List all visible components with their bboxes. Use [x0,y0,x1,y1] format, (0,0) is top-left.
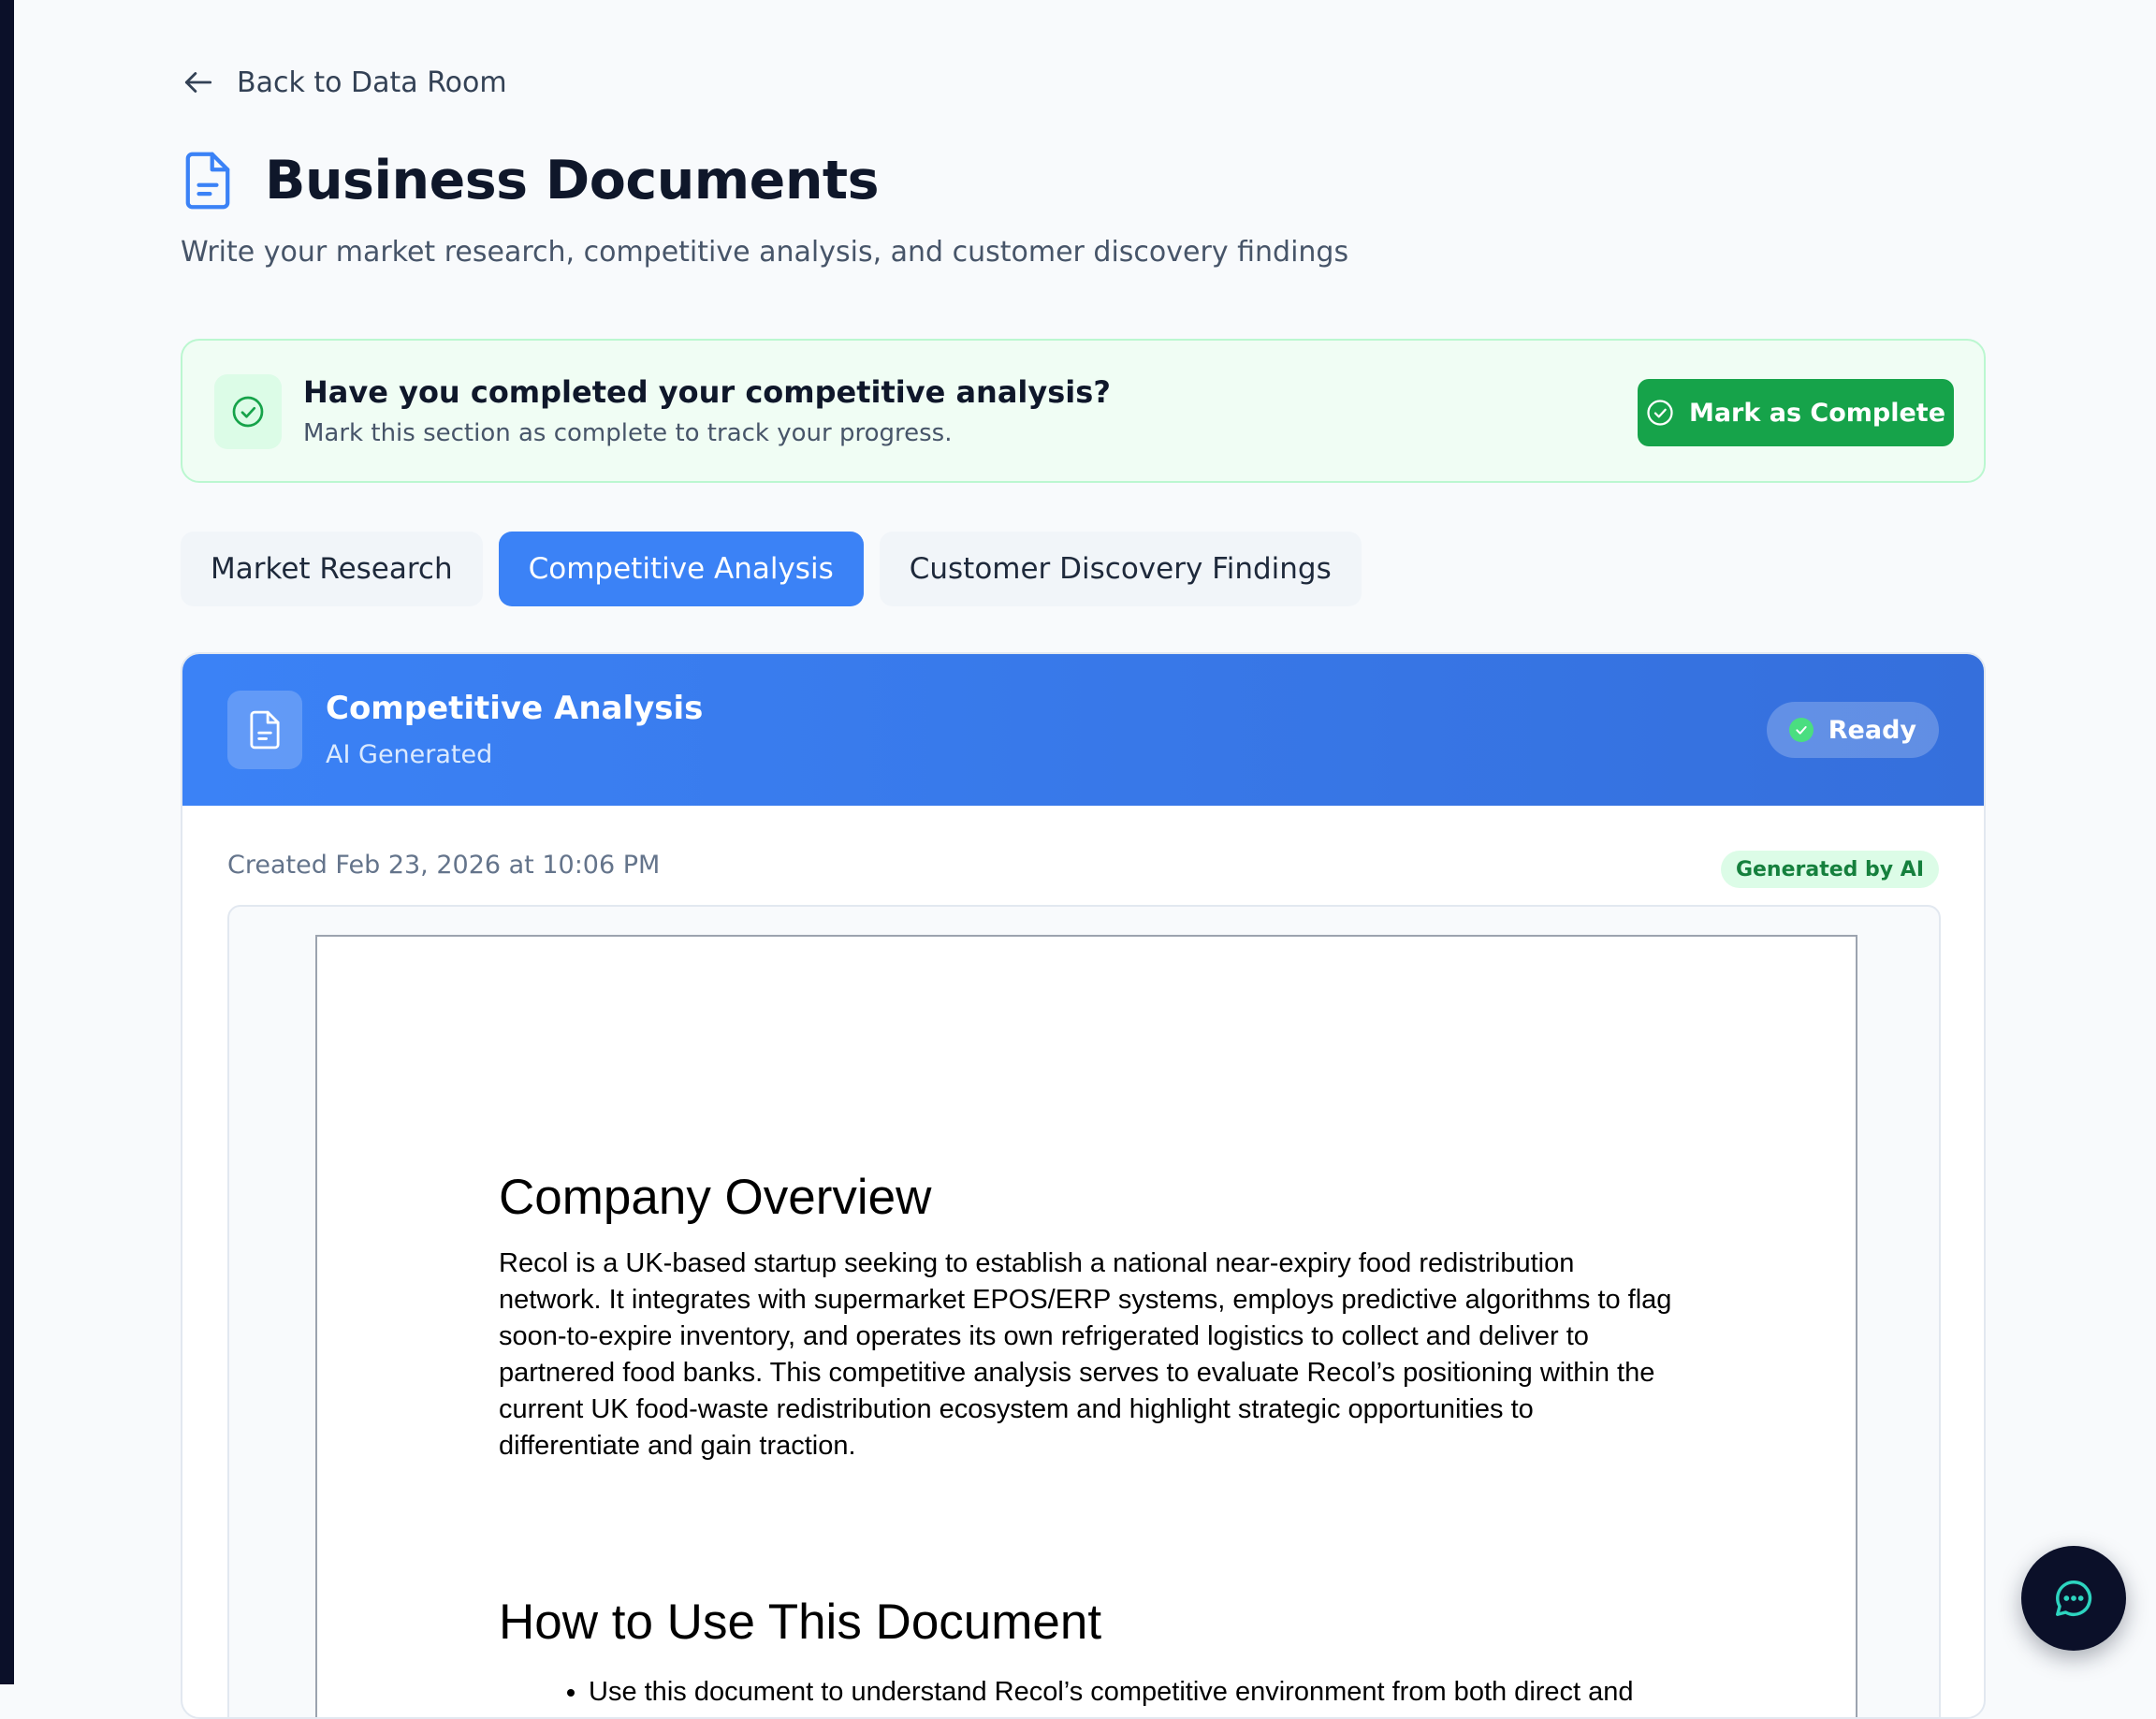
status-label: Ready [1828,715,1916,745]
window-left-edge [0,0,14,1684]
heading-company-overview: Company Overview [499,1170,932,1225]
banner-text: Mark this section as complete to track y… [303,419,953,447]
page-title-row: Business Documents [181,150,880,211]
banner-title: Have you completed your competitive anal… [303,374,1111,410]
tab-competitive-analysis[interactable]: Competitive Analysis [498,532,864,606]
chat-bubble-icon [2056,1581,2092,1616]
document-title: Competitive Analysis [326,690,704,727]
chat-button[interactable] [2021,1546,2126,1651]
list-item: Use this document to understand Recol’s … [589,1674,1674,1711]
created-timestamp: Created Feb 23, 2026 at 10:06 PM [227,851,661,880]
document-page: Company Overview Recol is a UK-based sta… [315,935,1857,1717]
usage-list: Use this document to understand Recol’s … [499,1674,1674,1711]
arrow-left-icon [184,72,212,93]
page-subtitle: Write your market research, competitive … [181,236,1349,269]
tab-customer-discovery-findings[interactable]: Customer Discovery Findings [879,532,1362,606]
check-icon [1796,726,1807,735]
completion-banner: Have you completed your competitive anal… [181,339,1986,483]
check-circle-icon [232,396,264,428]
page-title: Business Documents [265,150,880,211]
document-header-icon-box [227,691,302,769]
document-subtitle: AI Generated [326,740,493,769]
status-dot [1788,718,1814,742]
mark-as-complete-label: Mark as Complete [1688,398,1946,428]
mark-as-complete-button[interactable]: Mark as Complete [1638,379,1954,446]
document-tabs: Market Research Competitive Analysis Cus… [181,532,1362,606]
tab-market-research[interactable]: Market Research [181,532,483,606]
back-to-data-room-link[interactable]: Back to Data Room [181,62,507,103]
document-viewer[interactable]: Company Overview Recol is a UK-based sta… [227,905,1941,1717]
document-header: Competitive Analysis AI Generated Ready [182,654,1984,806]
document-icon [185,152,230,210]
generated-by-ai-badge: Generated by AI [1720,851,1939,888]
check-circle-icon [1647,400,1673,426]
back-link-label: Back to Data Room [237,66,507,99]
overview-paragraph: Recol is a UK-based startup seeking to e… [499,1248,1672,1461]
document-icon [250,710,280,750]
status-badge: Ready [1766,702,1939,758]
document-card: Competitive Analysis AI Generated Ready … [181,652,1986,1719]
heading-how-to-use: How to Use This Document [499,1595,1102,1650]
banner-icon-box [214,374,282,449]
